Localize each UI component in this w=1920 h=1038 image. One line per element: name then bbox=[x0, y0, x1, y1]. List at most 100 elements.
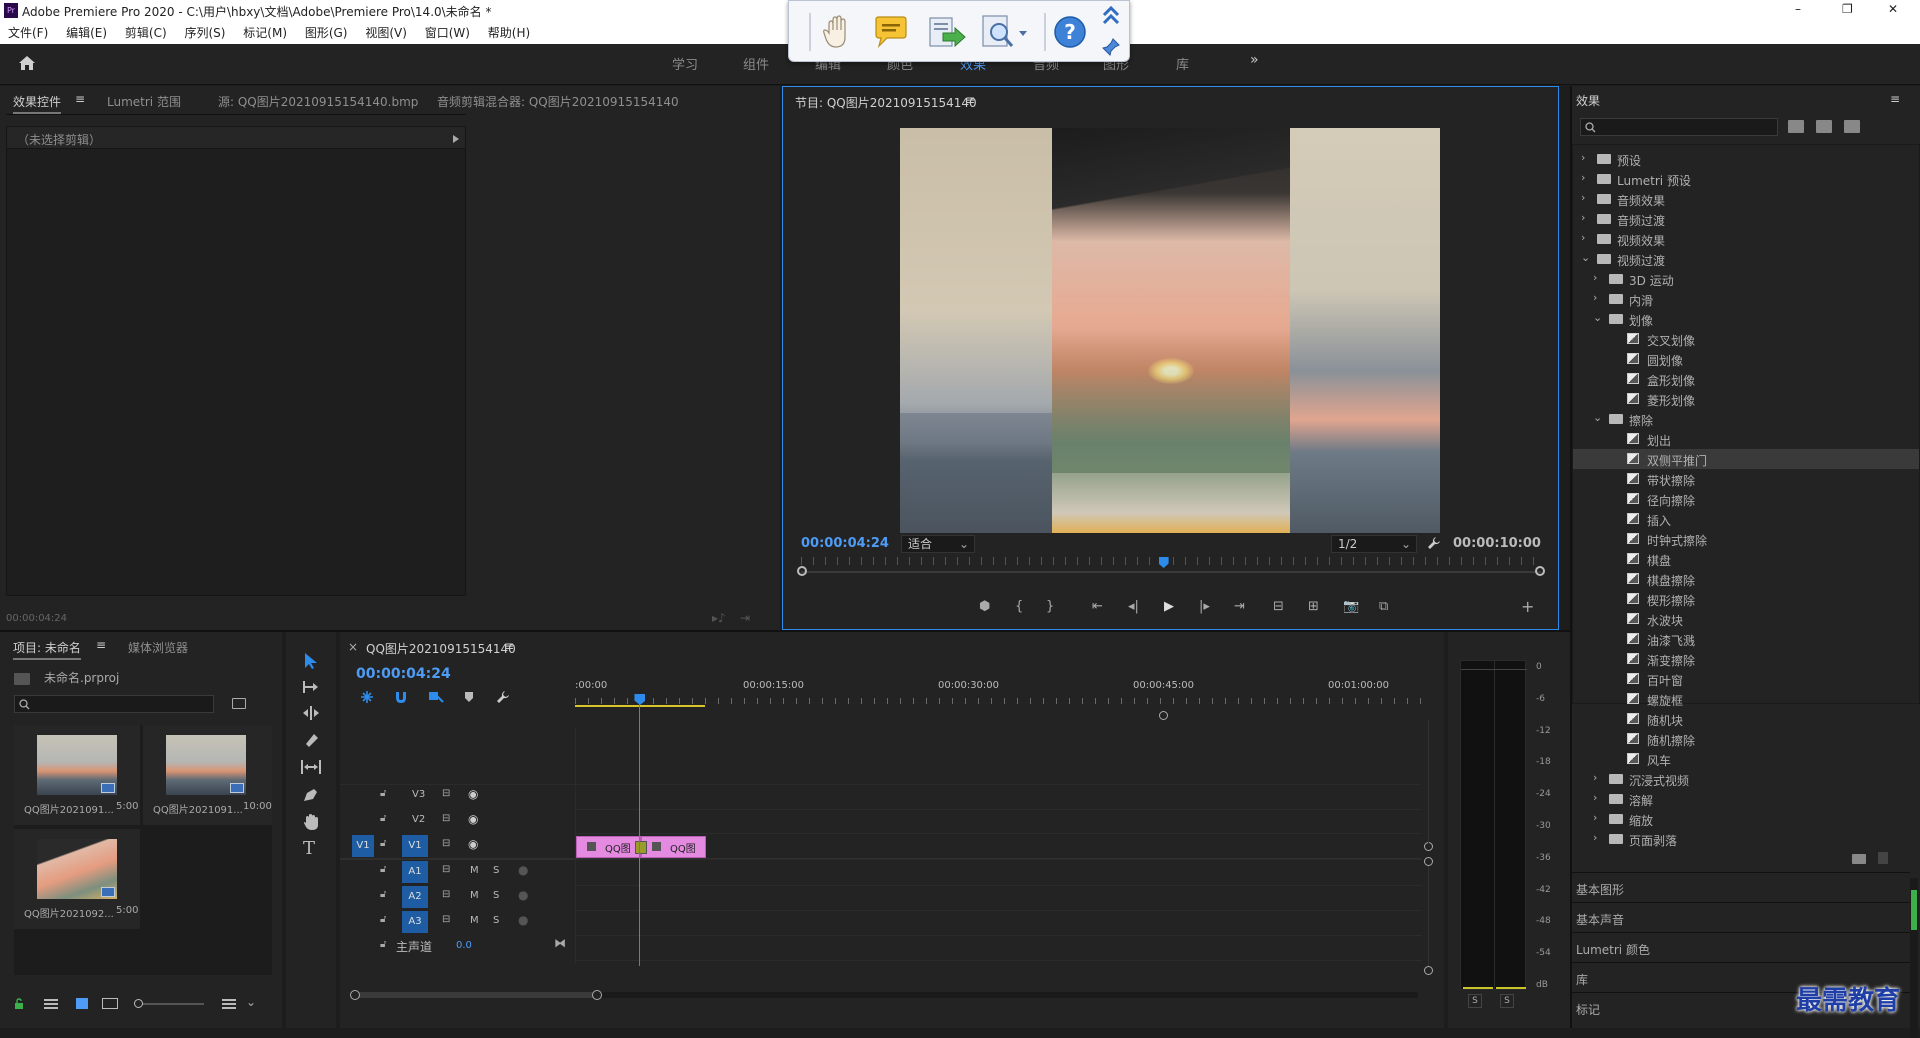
comment-icon[interactable] bbox=[873, 15, 909, 49]
workspace-more-button[interactable]: » bbox=[1250, 52, 1259, 68]
chevron-right-icon[interactable]: › bbox=[1593, 831, 1597, 844]
effects-folder[interactable]: › 预设 bbox=[1573, 149, 1919, 169]
effects-folder[interactable]: › 音频效果 bbox=[1573, 189, 1919, 209]
scrubber-end-handle[interactable] bbox=[1535, 566, 1545, 576]
effects-folder[interactable]: › 内滑 bbox=[1573, 289, 1919, 309]
menu-graphics[interactable]: 图形(G) bbox=[305, 22, 348, 44]
effects-folder[interactable]: › Lumetri 预设 bbox=[1573, 169, 1919, 189]
track-name[interactable]: V3 bbox=[412, 789, 425, 800]
effect-item[interactable]: 交叉划像 bbox=[1573, 329, 1919, 349]
menu-marker[interactable]: 标记(M) bbox=[243, 22, 287, 44]
effects-folder[interactable]: › 沉浸式视频 bbox=[1573, 769, 1919, 789]
sync-lock-icon[interactable]: ⊟ bbox=[442, 889, 450, 900]
effect-item[interactable]: 划出 bbox=[1573, 429, 1919, 449]
effect-item[interactable]: 螺旋框 bbox=[1573, 689, 1919, 709]
track-name[interactable]: V1 bbox=[402, 835, 428, 857]
nest-toggle-icon[interactable] bbox=[360, 690, 374, 704]
effect-item[interactable]: 时钟式擦除 bbox=[1573, 529, 1919, 549]
timeline-clip[interactable]: QQ图 bbox=[641, 836, 706, 858]
track-name[interactable]: V2 bbox=[412, 814, 425, 825]
step-forward-button[interactable]: |▸ bbox=[1199, 599, 1210, 614]
effect-item[interactable]: 插入 bbox=[1573, 509, 1919, 529]
lock-icon[interactable]: 🔓︎ bbox=[380, 939, 386, 950]
menu-view[interactable]: 视图(V) bbox=[365, 22, 407, 44]
program-playhead[interactable] bbox=[1158, 557, 1169, 568]
tab-effect-controls[interactable]: 效果控件 bbox=[13, 93, 62, 114]
hand-icon[interactable] bbox=[302, 813, 320, 831]
linked-selection-icon[interactable] bbox=[428, 690, 444, 704]
time-ruler[interactable]: :00:00 00:00:15:00 00:00:30:00 00:00:45:… bbox=[575, 680, 1421, 710]
effect-item[interactable]: 棋盘擦除 bbox=[1573, 569, 1919, 589]
effect-item[interactable]: 盒形划像 bbox=[1573, 369, 1919, 389]
effects-folder[interactable]: › 溶解 bbox=[1573, 789, 1919, 809]
chevron-right-icon[interactable]: › bbox=[1593, 811, 1597, 824]
tab-lumetri-scopes[interactable]: Lumetri 范围 bbox=[107, 93, 181, 110]
close-sequence-icon[interactable]: × bbox=[348, 640, 358, 654]
solo-button[interactable]: S bbox=[493, 890, 499, 901]
new-bin-icon[interactable] bbox=[232, 698, 246, 709]
pen-icon[interactable] bbox=[302, 787, 320, 803]
chevron-right-icon[interactable]: › bbox=[1581, 231, 1585, 244]
menu-edit[interactable]: 编辑(E) bbox=[66, 22, 107, 44]
effect-item[interactable]: 水波块 bbox=[1573, 609, 1919, 629]
accelerated-effects-icon[interactable] bbox=[1788, 120, 1804, 133]
type-icon[interactable]: T bbox=[303, 838, 315, 859]
effects-folder[interactable]: ⌄ 擦除 bbox=[1573, 409, 1919, 429]
eye-icon[interactable]: ◉ bbox=[468, 812, 478, 826]
effect-item[interactable]: 随机块 bbox=[1573, 709, 1919, 729]
timeline-playhead[interactable] bbox=[639, 694, 641, 966]
section-essential-graphics[interactable]: 基本图形 bbox=[1572, 872, 1910, 902]
project-item[interactable]: QQ图片2021091... 5:00 bbox=[14, 725, 140, 825]
wrench-icon[interactable] bbox=[1427, 536, 1441, 550]
solo-left-button[interactable]: S bbox=[1468, 994, 1482, 1008]
solo-button[interactable]: S bbox=[493, 865, 499, 876]
project-item[interactable]: QQ图片2021091... 10:00 bbox=[143, 725, 272, 825]
yuv-effects-icon[interactable] bbox=[1844, 120, 1860, 133]
scrubber-start-handle[interactable] bbox=[797, 566, 807, 576]
razor-icon[interactable] bbox=[302, 732, 320, 748]
eye-icon[interactable]: ◉ bbox=[468, 837, 478, 851]
effects-folder[interactable]: › 页面剥落 bbox=[1573, 829, 1919, 849]
go-to-out-button[interactable]: ⇥ bbox=[1234, 599, 1245, 614]
project-item[interactable]: QQ图片2021092... 5:00 bbox=[14, 829, 140, 929]
sequence-menu-icon[interactable]: ≡ bbox=[504, 639, 514, 653]
program-monitor-menu-icon[interactable]: ≡ bbox=[965, 93, 975, 107]
tab-sequence[interactable]: QQ图片20210915154140 bbox=[366, 640, 516, 657]
timeline-timecode[interactable]: 00:00:04:24 bbox=[356, 666, 451, 682]
chevron-right-icon[interactable]: › bbox=[1593, 291, 1597, 304]
play-button[interactable]: ▶ bbox=[1164, 599, 1174, 614]
zoom-doc-icon[interactable] bbox=[979, 13, 1031, 53]
menu-help[interactable]: 帮助(H) bbox=[488, 22, 530, 44]
go-to-end-icon[interactable]: ⧓ bbox=[554, 936, 566, 950]
32bit-effects-icon[interactable] bbox=[1816, 120, 1832, 133]
fit-select[interactable]: 适合 ⌄ bbox=[901, 535, 975, 553]
master-level[interactable]: 0.0 bbox=[456, 940, 472, 951]
tab-source[interactable]: 源: QQ图片20210915154140.bmp bbox=[218, 93, 418, 110]
mark-in-button[interactable]: { bbox=[1015, 599, 1023, 614]
lock-icon[interactable]: 🔓︎ bbox=[380, 889, 386, 900]
eye-icon[interactable]: ◉ bbox=[468, 787, 478, 801]
pin-icon[interactable] bbox=[1101, 37, 1121, 57]
effect-item[interactable]: 带状擦除 bbox=[1573, 469, 1919, 489]
tab-project[interactable]: 项目: 未命名 bbox=[13, 639, 81, 660]
effects-folder[interactable]: › 缩放 bbox=[1573, 809, 1919, 829]
chevron-right-icon[interactable]: › bbox=[1593, 271, 1597, 284]
tab-media-browser[interactable]: 媒体浏览器 bbox=[128, 639, 188, 656]
lock-icon[interactable]: 🔓︎ bbox=[380, 838, 386, 849]
lock-icon[interactable]: 🔓︎ bbox=[380, 813, 386, 824]
workspace-assembly[interactable]: 组件 bbox=[743, 54, 769, 73]
effects-folder[interactable]: › 3D 运动 bbox=[1573, 269, 1919, 289]
effect-item[interactable]: 圆划像 bbox=[1573, 349, 1919, 369]
compare-view-button[interactable]: ⧉ bbox=[1379, 599, 1388, 614]
workspace-libraries[interactable]: 库 bbox=[1176, 54, 1189, 73]
microphone-icon[interactable]: ● bbox=[518, 888, 528, 902]
audio-scroll-handle[interactable] bbox=[1424, 857, 1433, 866]
effect-item[interactable]: 径向擦除 bbox=[1573, 489, 1919, 509]
collapse-icon[interactable] bbox=[1101, 5, 1121, 27]
solo-right-button[interactable]: S bbox=[1500, 994, 1514, 1008]
effect-item[interactable]: 百叶窗 bbox=[1573, 669, 1919, 689]
filter-audio-icon[interactable]: ▸♪ bbox=[712, 611, 726, 625]
menu-file[interactable]: 文件(F) bbox=[8, 22, 48, 44]
new-custom-bin-icon[interactable] bbox=[1852, 854, 1866, 864]
resolution-select[interactable]: 1/2 ⌄ bbox=[1331, 535, 1417, 553]
